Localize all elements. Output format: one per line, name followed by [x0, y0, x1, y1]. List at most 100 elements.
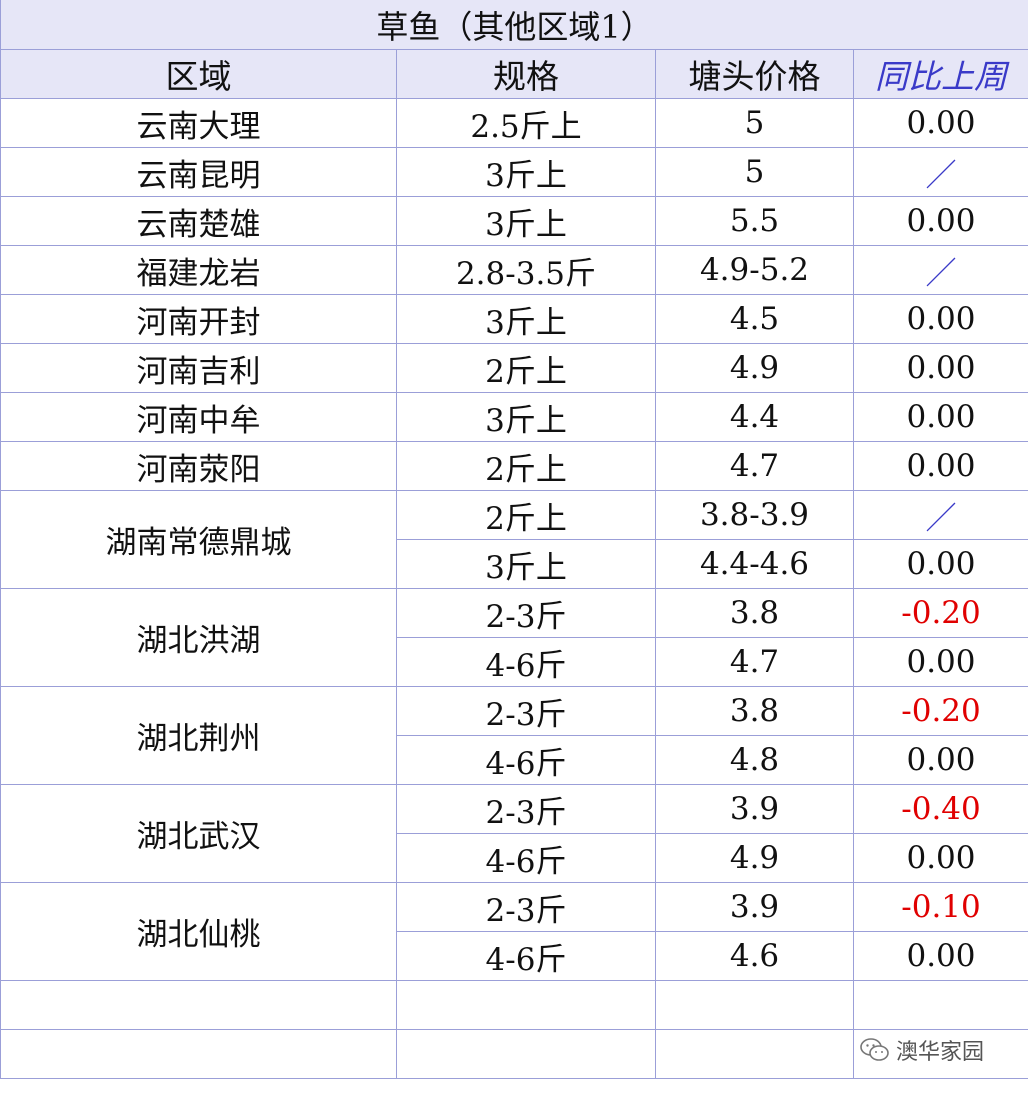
yoy-cell: ／ — [853, 245, 1028, 295]
table-row: 云南楚雄 3斤上 5.5 0.00 — [0, 196, 1028, 246]
spec-cell: 2斤上 — [396, 343, 656, 393]
yoy-cell: -0.40 — [853, 784, 1028, 834]
region-cell: 河南中牟 — [0, 392, 397, 442]
price-cell: 3.8-3.9 — [655, 490, 854, 540]
region-cell: 云南昆明 — [0, 147, 397, 197]
price-cell: 4.9 — [655, 343, 854, 393]
empty-row — [0, 980, 1028, 1030]
region-cell: 河南吉利 — [0, 343, 397, 393]
price-cell: 4.9-5.2 — [655, 245, 854, 295]
empty-cell — [396, 980, 656, 1030]
price-cell: 5 — [655, 147, 854, 197]
region-cell: 河南荥阳 — [0, 441, 397, 491]
header-region: 区域 — [0, 49, 397, 99]
price-cell: 5.5 — [655, 196, 854, 246]
spec-cell: 4-6斤 — [396, 931, 656, 981]
spec-cell: 2斤上 — [396, 490, 656, 540]
empty-cell — [853, 980, 1028, 1030]
price-cell: 4.7 — [655, 441, 854, 491]
spec-cell: 3斤上 — [396, 294, 656, 344]
spec-cell: 3斤上 — [396, 539, 656, 589]
price-cell: 3.8 — [655, 588, 854, 638]
header-yoy: 同比上周 — [853, 49, 1028, 99]
empty-cell — [655, 980, 854, 1030]
region-cell: 河南开封 — [0, 294, 397, 344]
spec-cell: 4-6斤 — [396, 833, 656, 883]
watermark-text: 澳华家园 — [896, 1040, 985, 1065]
yoy-cell: ／ — [853, 490, 1028, 540]
yoy-cell: ／ — [853, 147, 1028, 197]
price-cell: 3.8 — [655, 686, 854, 736]
wechat-icon — [860, 1038, 889, 1061]
spec-cell: 3斤上 — [396, 196, 656, 246]
yoy-cell: -0.20 — [853, 588, 1028, 638]
yoy-cell: 0.00 — [853, 196, 1028, 246]
watermark: 澳华家园 — [860, 1034, 984, 1066]
table-row: 福建龙岩 2.8-3.5斤 4.9-5.2 ／ — [0, 245, 1028, 295]
spec-cell: 2.5斤上 — [396, 98, 656, 148]
price-cell: 4.9 — [655, 833, 854, 883]
table-row: 云南大理 2.5斤上 5 0.00 — [0, 98, 1028, 148]
region-cell: 湖北荆州 — [0, 686, 397, 785]
spec-cell: 2-3斤 — [396, 882, 656, 932]
spec-cell: 2.8-3.5斤 — [396, 245, 656, 295]
price-cell: 3.9 — [655, 882, 854, 932]
yoy-cell: 0.00 — [853, 343, 1028, 393]
table-row: 河南吉利 2斤上 4.9 0.00 — [0, 343, 1028, 393]
spec-cell: 2-3斤 — [396, 784, 656, 834]
yoy-cell: 0.00 — [853, 539, 1028, 589]
price-cell: 3.9 — [655, 784, 854, 834]
yoy-cell: 0.00 — [853, 98, 1028, 148]
table-body: 草鱼（其他区域1） 区域 规格 塘头价格 同比上周 云南大理 2.5斤上 5 0.00… — [0, 0, 1028, 1079]
table-row: 河南中牟 3斤上 4.4 0.00 — [0, 392, 1028, 442]
empty-cell — [396, 1029, 656, 1079]
table-row: 河南开封 3斤上 4.5 0.00 — [0, 294, 1028, 344]
price-cell: 4.4 — [655, 392, 854, 442]
empty-cell — [0, 1029, 397, 1079]
spec-cell: 2-3斤 — [396, 588, 656, 638]
region-cell: 云南楚雄 — [0, 196, 397, 246]
price-table: 草鱼（其他区域1） 区域 规格 塘头价格 同比上周 云南大理 2.5斤上 5 0.00… — [0, 0, 1028, 1079]
table-row: 湖北仙桃 2-3斤 3.9 -0.10 — [0, 882, 1028, 981]
yoy-cell: 0.00 — [853, 735, 1028, 785]
price-cell: 5 — [655, 98, 854, 148]
region-cell: 湖南常德鼎城 — [0, 490, 397, 589]
region-cell: 福建龙岩 — [0, 245, 397, 295]
spec-cell: 2斤上 — [396, 441, 656, 491]
table-title: 草鱼（其他区域1） — [0, 0, 1028, 50]
price-cell: 4.7 — [655, 637, 854, 687]
yoy-cell: -0.20 — [853, 686, 1028, 736]
spec-cell: 3斤上 — [396, 392, 656, 442]
spec-cell: 2-3斤 — [396, 686, 656, 736]
region-cell: 湖北武汉 — [0, 784, 397, 883]
spec-cell: 4-6斤 — [396, 637, 656, 687]
region-cell: 云南大理 — [0, 98, 397, 148]
title-row: 草鱼（其他区域1） — [0, 0, 1028, 50]
table-row: 湖北武汉 2-3斤 3.9 -0.40 — [0, 784, 1028, 883]
table-row: 云南昆明 3斤上 5 ／ — [0, 147, 1028, 197]
price-cell: 4.4-4.6 — [655, 539, 854, 589]
price-cell: 4.8 — [655, 735, 854, 785]
table-row: 湖南常德鼎城 2斤上 3.8-3.9 ／ — [0, 490, 1028, 589]
empty-cell — [655, 1029, 854, 1079]
price-cell: 4.6 — [655, 931, 854, 981]
yoy-cell: -0.10 — [853, 882, 1028, 932]
table-row: 湖北荆州 2-3斤 3.8 -0.20 — [0, 686, 1028, 785]
yoy-cell: 0.00 — [853, 392, 1028, 442]
yoy-cell: 0.00 — [853, 637, 1028, 687]
yoy-cell: 0.00 — [853, 294, 1028, 344]
header-spec: 规格 — [396, 49, 656, 99]
table-row: 湖北洪湖 2-3斤 3.8 -0.20 — [0, 588, 1028, 687]
empty-cell — [0, 980, 397, 1030]
yoy-cell: 0.00 — [853, 833, 1028, 883]
table-row: 河南荥阳 2斤上 4.7 0.00 — [0, 441, 1028, 491]
yoy-cell: 0.00 — [853, 441, 1028, 491]
spec-cell: 4-6斤 — [396, 735, 656, 785]
region-cell: 湖北洪湖 — [0, 588, 397, 687]
price-cell: 4.5 — [655, 294, 854, 344]
region-cell: 湖北仙桃 — [0, 882, 397, 981]
header-row: 区域 规格 塘头价格 同比上周 — [0, 49, 1028, 99]
header-price: 塘头价格 — [655, 49, 854, 99]
spec-cell: 3斤上 — [396, 147, 656, 197]
yoy-cell: 0.00 — [853, 931, 1028, 981]
